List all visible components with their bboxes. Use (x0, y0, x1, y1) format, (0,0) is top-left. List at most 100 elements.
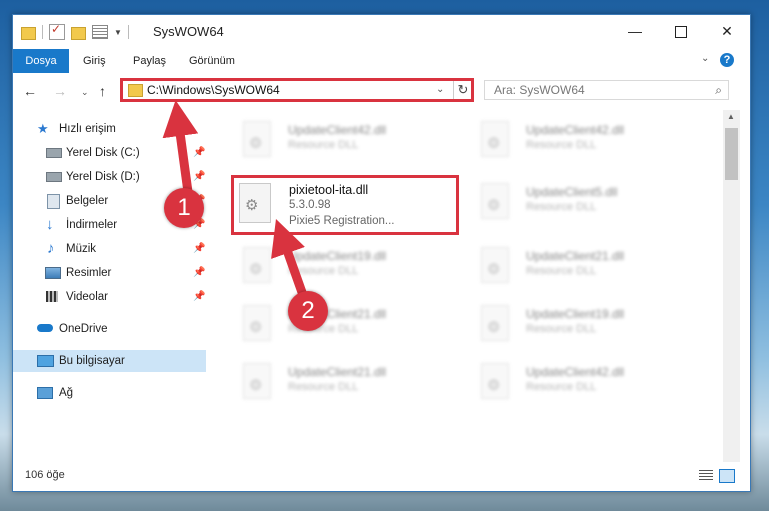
checkmark-icon[interactable] (49, 22, 65, 40)
refresh-button[interactable]: ↻ (453, 81, 472, 99)
help-icon[interactable]: ? (720, 53, 734, 67)
toolbar-divider (127, 25, 129, 39)
file-name: UpdateClient21.dll (526, 249, 625, 263)
file-item[interactable]: UpdateClient21.dll Resource DLL (233, 297, 453, 351)
sidebar-item-label: Videolar (66, 291, 108, 303)
cloud-icon (37, 324, 53, 332)
chevron-down-icon[interactable]: ⌄ (701, 53, 709, 64)
drive-icon (46, 148, 62, 158)
pin-icon[interactable]: 📌 (193, 142, 205, 164)
folder-icon[interactable] (21, 26, 36, 40)
sidebar-item-quick-access[interactable]: ★ Hızlı erişim (13, 118, 206, 140)
sidebar-item-network[interactable]: Ağ (13, 382, 206, 404)
pin-icon[interactable]: 📌 (193, 166, 205, 188)
tiles-view-icon[interactable] (719, 469, 735, 483)
minimize-button[interactable]: — (612, 15, 658, 47)
dll-file-icon (243, 363, 271, 399)
file-version: 5.3.0.98 (289, 199, 331, 211)
file-item[interactable]: UpdateClient19.dll Resource DLL (471, 297, 691, 351)
tab-paylas[interactable]: Paylaş (123, 49, 176, 73)
file-description: Resource DLL (288, 139, 359, 151)
vertical-scrollbar[interactable]: ▲ (723, 110, 740, 462)
scroll-thumb[interactable] (725, 128, 738, 180)
forward-button[interactable]: → (53, 83, 67, 99)
explorer-window: ▼ SysWOW64 — ✕ Dosya Giriş Paylaş Görünü… (12, 14, 751, 492)
sidebar-item-label: Hızlı erişim (59, 123, 116, 135)
item-count: 106 öğe (25, 469, 65, 481)
details-view-icon[interactable] (699, 470, 713, 481)
dll-file-icon (481, 247, 509, 283)
file-name: UpdateClient42.dll (526, 365, 625, 379)
file-description: Resource DLL (526, 201, 597, 213)
file-item[interactable]: UpdateClient21.dll Resource DLL (233, 355, 453, 409)
file-item-highlighted[interactable]: pixietool-ita.dll 5.3.0.98 Pixie5 Regist… (231, 175, 459, 235)
tab-gorunum[interactable]: Görünüm (179, 49, 245, 73)
maximize-button[interactable] (658, 15, 704, 47)
sidebar-item-label: Belgeler (66, 195, 109, 207)
new-folder-icon[interactable] (71, 26, 86, 40)
recent-locations-button[interactable]: ⌄ (81, 87, 89, 98)
file-name: UpdateClient42.dll (288, 123, 387, 137)
file-name: UpdateClient5.dll (526, 185, 618, 199)
sidebar-item-pictures[interactable]: Resimler 📌 (13, 262, 206, 284)
search-icon: ⌕ (715, 83, 722, 97)
file-name: UpdateClient19.dll (526, 307, 625, 321)
file-item[interactable]: UpdateClient42.dll Resource DLL (233, 113, 453, 167)
tab-giris[interactable]: Giriş (73, 49, 116, 73)
drive-icon (46, 172, 62, 182)
step-1-badge: 1 (164, 188, 204, 228)
dll-file-icon (481, 183, 509, 219)
file-name: UpdateClient19.dll (288, 249, 387, 263)
sidebar-item-local-disk-d[interactable]: Yerel Disk (D:) 📌 (13, 166, 206, 188)
file-description: Resource DLL (526, 265, 597, 277)
navigation-bar: ← → ⌄ ↑ C:\Windows\SysWOW64 ⌄ ↻ Ara: Sys… (13, 73, 750, 109)
step-2-badge: 2 (288, 291, 328, 331)
file-item[interactable]: UpdateClient42.dll Resource DLL (471, 113, 691, 167)
scroll-up-icon[interactable]: ▲ (727, 112, 735, 121)
sidebar-item-label: Resimler (66, 267, 112, 279)
file-item[interactable]: UpdateClient21.dll Resource DLL (471, 239, 691, 293)
dll-file-icon (243, 305, 271, 341)
file-item[interactable]: UpdateClient5.dll Resource DLL (471, 175, 691, 229)
file-name: UpdateClient21.dll (288, 365, 387, 379)
file-name: UpdateClient42.dll (526, 123, 625, 137)
file-item[interactable]: UpdateClient42.dll Resource DLL (471, 355, 691, 409)
dll-file-icon (243, 247, 271, 283)
up-button[interactable]: ↑ (99, 83, 106, 99)
search-placeholder: Ara: SysWOW64 (494, 83, 585, 97)
pin-icon[interactable]: 📌 (193, 238, 205, 260)
search-input[interactable]: Ara: SysWOW64 ⌕ (484, 80, 729, 100)
toolbar-divider (42, 25, 43, 39)
back-button[interactable]: ← (23, 83, 37, 99)
address-path[interactable]: C:\Windows\SysWOW64 (147, 83, 280, 97)
dll-file-icon (481, 121, 509, 157)
file-description: Resource DLL (288, 265, 359, 277)
sidebar-item-local-disk-c[interactable]: Yerel Disk (C:) 📌 (13, 142, 206, 164)
sidebar-item-music[interactable]: ♪ Müzik 📌 (13, 238, 206, 260)
status-bar: 106 öğe (13, 463, 750, 489)
quick-access-toolbar: ▼ (21, 22, 129, 40)
sidebar-item-label: Bu bilgisayar (59, 355, 125, 367)
sidebar-item-label: Yerel Disk (C:) (66, 147, 140, 159)
sidebar-item-videos[interactable]: Videolar 📌 (13, 286, 206, 308)
network-icon (37, 387, 53, 399)
pin-icon[interactable]: 📌 (193, 262, 205, 284)
videos-icon (46, 291, 58, 302)
properties-icon[interactable] (92, 25, 108, 39)
window-title: SysWOW64 (153, 24, 224, 39)
address-bar[interactable]: C:\Windows\SysWOW64 ⌄ ↻ (120, 78, 474, 102)
chevron-down-icon[interactable]: ⌄ (436, 84, 444, 95)
computer-icon (37, 355, 54, 367)
maximize-icon (675, 26, 687, 39)
file-name: pixietool-ita.dll (289, 183, 369, 197)
sidebar-item-this-pc[interactable]: Bu bilgisayar (13, 350, 206, 372)
close-button[interactable]: ✕ (704, 15, 750, 47)
file-item[interactable]: UpdateClient19.dll Resource DLL (233, 239, 453, 293)
sidebar-item-label: Ağ (59, 387, 74, 399)
file-list: UpdateClient42.dll Resource DLL pixietoo… (223, 111, 723, 461)
pin-icon[interactable]: 📌 (193, 286, 205, 308)
customize-dropdown-icon[interactable]: ▼ (114, 28, 122, 37)
file-description: Resource DLL (526, 323, 597, 335)
sidebar-item-onedrive[interactable]: OneDrive (13, 318, 206, 340)
ribbon-tabs: Dosya Giriş Paylaş Görünüm ⌄ ? (13, 49, 750, 103)
